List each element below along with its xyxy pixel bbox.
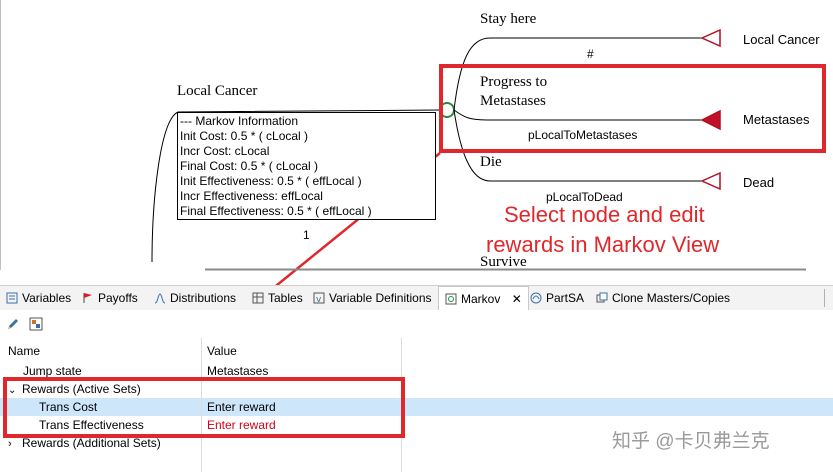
view-tab-bar: Variables Payoffs Distributions Tables v… xyxy=(0,285,833,311)
terminal-node-icon[interactable] xyxy=(700,28,721,48)
tab-label: PartSA xyxy=(546,291,585,305)
tab-label: Variables xyxy=(22,291,72,305)
clone-masters-icon xyxy=(596,292,608,303)
branch-prob-stay[interactable]: # xyxy=(587,47,594,61)
variables-icon xyxy=(6,292,18,304)
terminal-node-icon[interactable] xyxy=(700,171,721,191)
reward-sets-icon[interactable] xyxy=(29,317,43,331)
branch-label-stay[interactable]: Stay here xyxy=(480,11,536,28)
distributions-icon xyxy=(154,293,166,304)
tab-label: Payoffs xyxy=(98,291,138,305)
close-icon[interactable]: ✕ xyxy=(512,292,522,306)
annotation-text-line1: Select node and edit xyxy=(504,202,705,227)
payoffs-icon xyxy=(83,293,92,303)
tab-label: Clone Masters/Copies xyxy=(612,291,731,305)
highlight-box-branch xyxy=(439,64,826,153)
edit-pencil-icon[interactable] xyxy=(6,317,20,331)
table-header: Name Value xyxy=(0,342,833,360)
variable-definitions-icon: v xyxy=(313,292,325,304)
markov-icon xyxy=(445,293,457,305)
column-header-name: Name xyxy=(8,344,41,358)
markov-info-box[interactable]: --- Markov Information Init Cost: 0.5 * … xyxy=(177,112,436,220)
svg-text:v: v xyxy=(316,295,322,304)
parent-node-label: Local Cancer xyxy=(177,83,258,99)
markov-info-line: Incr Cost: cLocal xyxy=(180,144,270,158)
tab-markov[interactable]: Markov ✕ xyxy=(438,286,529,311)
tab-label: Markov xyxy=(461,292,501,306)
terminal-label-local-cancer[interactable]: Local Cancer xyxy=(743,32,820,47)
tab-variable-definitions[interactable]: v Variable Definitions xyxy=(313,289,432,307)
tab-tables[interactable]: Tables xyxy=(252,289,303,307)
tab-distributions[interactable]: Distributions xyxy=(154,289,236,307)
markov-info-line: Incr Effectiveness: effLocal xyxy=(180,189,323,203)
tab-bar-edge xyxy=(824,289,825,307)
partial-branch-label: Survive xyxy=(480,254,527,270)
partsa-icon xyxy=(530,292,542,304)
markov-info-line: Final Effectiveness: 0.5 * ( effLocal ) xyxy=(180,204,372,218)
tab-label: Variable Definitions xyxy=(329,291,432,305)
tab-partsa[interactable]: PartSA xyxy=(530,289,584,307)
watermark: 知乎 @卡贝弗兰克 xyxy=(612,431,770,452)
tab-label: Tables xyxy=(268,291,303,305)
markov-toolbar xyxy=(0,310,833,338)
markov-info-header: --- Markov Information xyxy=(180,114,299,128)
branch-label-die[interactable]: Die xyxy=(480,154,502,171)
terminal-label-dead[interactable]: Dead xyxy=(743,175,774,190)
branch-number: 1 xyxy=(303,228,310,242)
tab-variables[interactable]: Variables xyxy=(6,289,71,307)
column-header-value: Value xyxy=(207,344,237,358)
row-name: Rewards (Additional Sets) xyxy=(22,436,161,450)
tab-clone-masters[interactable]: Clone Masters/Copies xyxy=(596,289,730,307)
annotation-text-line2: rewards in Markov View xyxy=(486,232,720,257)
highlight-box-rewards xyxy=(3,377,405,438)
tables-icon xyxy=(252,292,264,304)
markov-info-line: Final Cost: 0.5 * ( cLocal ) xyxy=(180,159,319,173)
markov-info-line: Init Effectiveness: 0.5 * ( effLocal ) xyxy=(180,174,362,188)
tab-label: Distributions xyxy=(170,291,237,305)
tab-payoffs[interactable]: Payoffs xyxy=(82,289,138,307)
markov-info-line: Init Cost: 0.5 * ( cLocal ) xyxy=(180,129,309,143)
